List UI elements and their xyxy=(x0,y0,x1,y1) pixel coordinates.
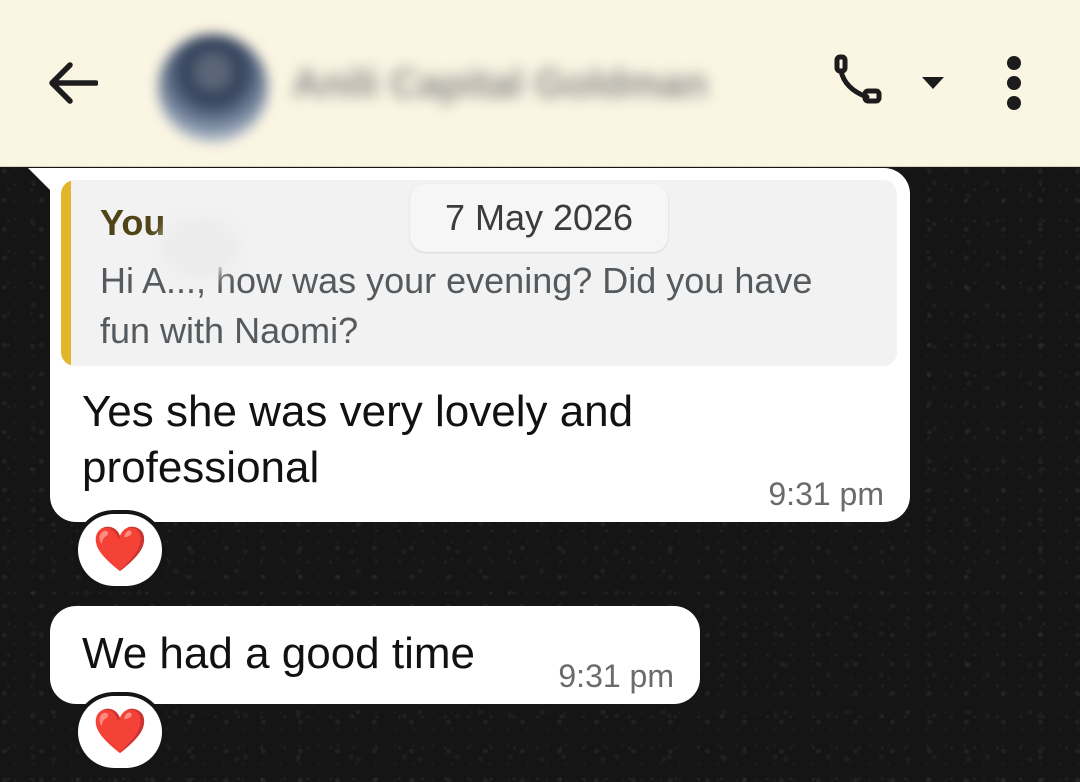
caret-down-icon xyxy=(922,77,944,89)
arrow-left-icon xyxy=(49,62,98,104)
message-time: 9:31 pm xyxy=(768,476,884,512)
more-options-button[interactable] xyxy=(990,50,1038,116)
quote-accent-bar xyxy=(61,180,71,366)
heart-icon: ❤️ xyxy=(92,525,148,574)
reaction-badge[interactable]: ❤️ xyxy=(78,696,162,768)
phone-icon xyxy=(834,54,882,104)
message-time: 9:31 pm xyxy=(558,658,674,694)
message-text: We had a good time xyxy=(82,629,475,678)
redaction-blur xyxy=(160,218,240,278)
contact-name[interactable]: Anili Capital Goldman xyxy=(292,62,812,106)
quote-sender: You xyxy=(100,202,166,243)
chat-header: Anili Capital Goldman xyxy=(0,0,1080,167)
more-vertical-icon xyxy=(1007,56,1021,110)
message-bubble[interactable]: We had a good time 9:31 pm xyxy=(50,606,700,704)
back-button[interactable] xyxy=(40,53,104,113)
avatar[interactable] xyxy=(158,34,268,142)
date-chip: 7 May 2026 xyxy=(410,184,668,252)
reaction-badge[interactable]: ❤️ xyxy=(78,514,162,586)
message-text: Yes she was very lovely and professional xyxy=(82,387,634,492)
heart-icon: ❤️ xyxy=(92,707,148,756)
call-options-button[interactable] xyxy=(912,62,954,104)
call-button[interactable] xyxy=(822,50,888,116)
